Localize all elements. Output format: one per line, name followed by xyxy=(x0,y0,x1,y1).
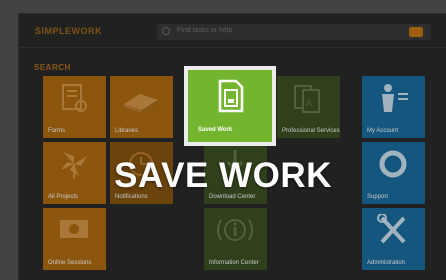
feature-caption: SAVE WORK xyxy=(114,156,332,195)
tile-label: Professional Services xyxy=(282,128,340,134)
tile-professional-services[interactable]: A Professional Services xyxy=(277,76,340,138)
tile-forms[interactable]: Forms xyxy=(43,76,106,138)
search-placeholder: Find tasks or help xyxy=(177,27,233,34)
tile-label: My Account xyxy=(367,128,399,134)
search-input[interactable]: Find tasks or help xyxy=(157,24,431,40)
save-document-icon xyxy=(188,78,272,114)
brand-name: SIMPLEWORK xyxy=(35,26,102,36)
book-icon xyxy=(110,82,173,114)
person-icon xyxy=(362,82,425,114)
tile-online-sessions[interactable]: Online Sessions xyxy=(43,208,106,270)
webcam-icon xyxy=(43,214,106,246)
tile-label: Saved Work xyxy=(198,127,233,133)
launcher-panel: SIMPLEWORK Find tasks or help SEARCH For… xyxy=(18,13,446,280)
tile-save-work[interactable]: Saved Work xyxy=(184,66,276,146)
search-icon xyxy=(162,27,170,35)
tile-label: Forms xyxy=(48,128,65,134)
section-title: SEARCH xyxy=(34,63,71,72)
documents-icon: A xyxy=(277,82,340,114)
tile-my-account[interactable]: My Account xyxy=(362,76,425,138)
tile-label: Online Sessions xyxy=(48,260,92,266)
certificate-icon xyxy=(43,82,106,114)
tile-administration[interactable]: Administration xyxy=(362,208,425,270)
search-button[interactable] xyxy=(409,27,423,37)
tile-label: Libraries xyxy=(115,128,139,134)
tools-icon xyxy=(362,214,425,246)
tile-label: Information Center xyxy=(209,260,259,266)
top-bar: SIMPLEWORK Find tasks or help xyxy=(19,14,446,48)
tile-label: Administration xyxy=(367,260,406,266)
tile-libraries[interactable]: Libraries xyxy=(110,76,173,138)
svg-text:A: A xyxy=(306,98,312,108)
tile-information-center[interactable]: Information Center xyxy=(204,208,267,270)
info-icon xyxy=(204,214,267,246)
